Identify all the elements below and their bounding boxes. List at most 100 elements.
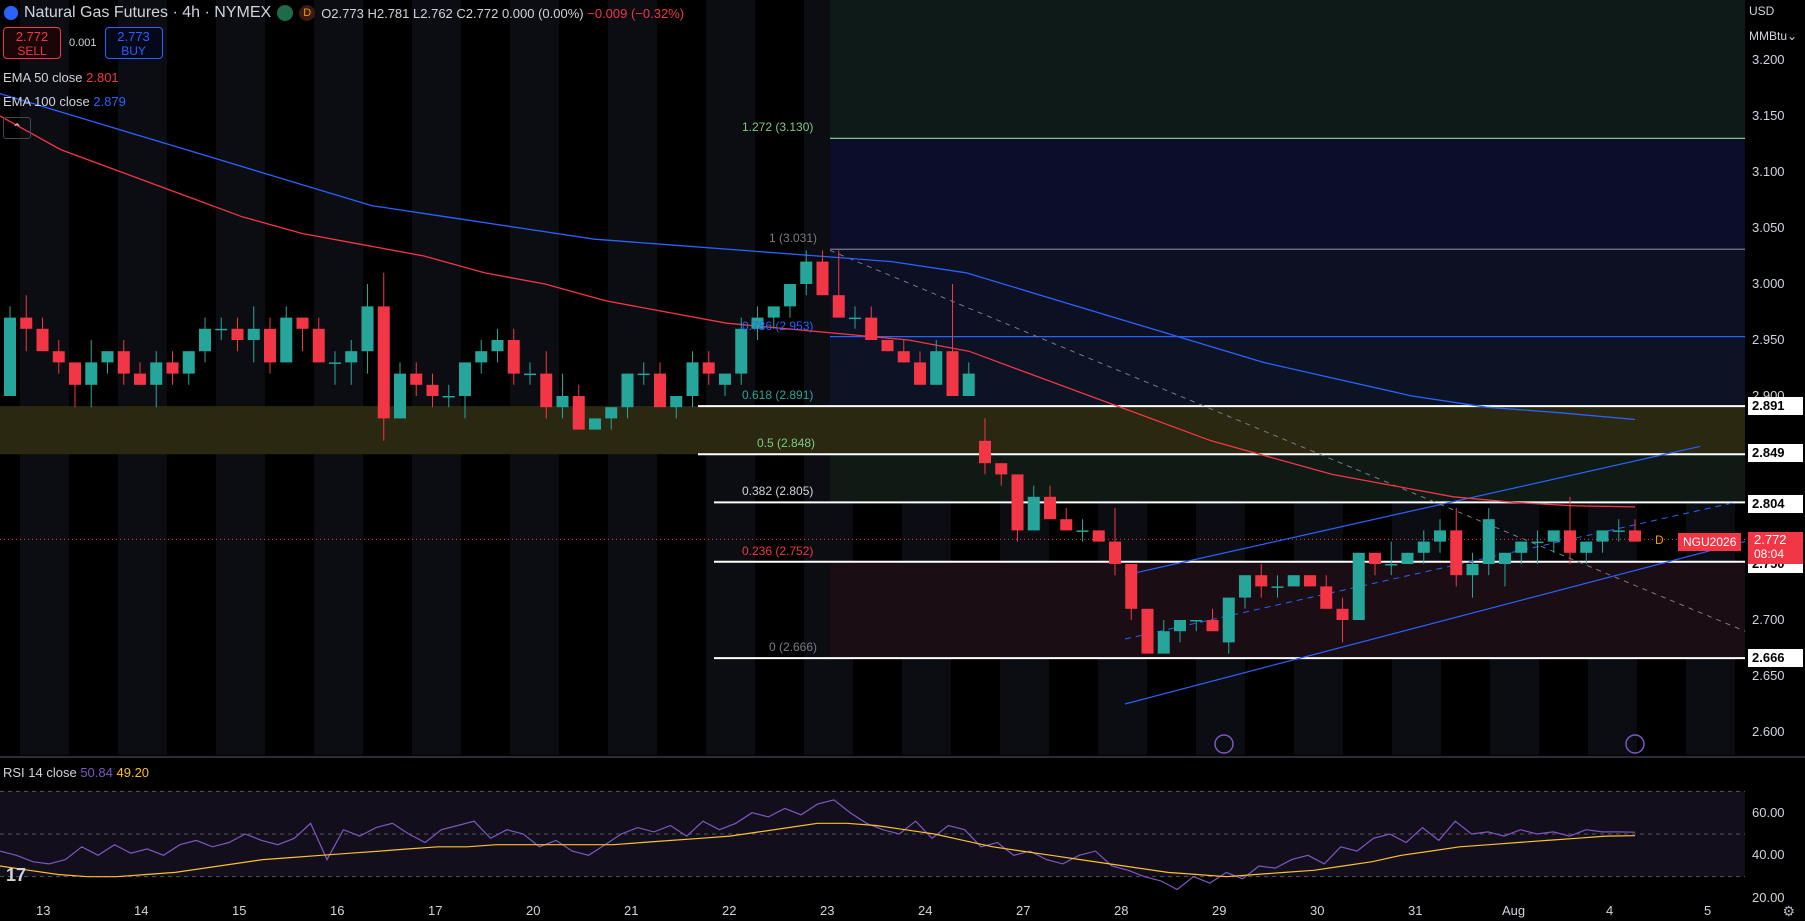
candle-body bbox=[1011, 474, 1024, 531]
candle-body bbox=[1499, 552, 1511, 564]
market-status-icon[interactable] bbox=[277, 5, 294, 21]
buy-label: BUY bbox=[121, 44, 146, 58]
candle-body bbox=[654, 373, 666, 408]
session-band bbox=[216, 0, 265, 755]
price-tick: 2.600 bbox=[1752, 724, 1785, 739]
fib-label: 1 (3.031) bbox=[769, 231, 818, 246]
candle-body bbox=[296, 317, 309, 329]
candle-body bbox=[52, 351, 65, 363]
candle-body bbox=[1027, 496, 1040, 531]
candle-body bbox=[264, 328, 276, 363]
candle-body bbox=[459, 362, 471, 396]
rsi-legend[interactable]: RSI 14 close 50.84 49.20 bbox=[3, 765, 149, 780]
ohlc-open: O2.773 bbox=[321, 5, 364, 21]
data-delay-badge[interactable]: D bbox=[299, 5, 316, 21]
candle-body bbox=[1482, 519, 1495, 564]
ema100-value: 2.879 bbox=[93, 94, 126, 109]
ohlc-change: 0.000 (0.00%) bbox=[501, 5, 584, 21]
candle-body bbox=[897, 351, 910, 363]
candle-body bbox=[1141, 608, 1154, 654]
candle-body bbox=[101, 351, 114, 363]
fib-price-tag: 2.666 bbox=[1748, 649, 1803, 668]
candle-body bbox=[1239, 575, 1251, 598]
candle-body bbox=[784, 284, 796, 307]
candle-body bbox=[199, 328, 211, 352]
unit-label: MMBtu bbox=[1749, 29, 1788, 43]
time-tick: 16 bbox=[330, 903, 345, 918]
current-price-tag: 2.772 08:04 bbox=[1748, 532, 1803, 564]
candle-body bbox=[231, 328, 244, 340]
rsi-value: 50.84 bbox=[80, 765, 113, 780]
price-tick: 2.700 bbox=[1752, 612, 1785, 627]
current-price: 2.772 bbox=[1754, 532, 1787, 547]
ema50-legend[interactable]: EMA 50 close 2.801 bbox=[3, 70, 119, 85]
unit-selector[interactable]: MMBtu⌄ bbox=[1749, 29, 1805, 43]
rsi-tick: 20.00 bbox=[1752, 890, 1785, 905]
candle-body bbox=[1190, 620, 1203, 622]
price-tick: 3.200 bbox=[1752, 52, 1785, 67]
candle-body bbox=[1515, 541, 1528, 553]
fib-price-tag: 2.804 bbox=[1748, 494, 1803, 513]
candle-body bbox=[280, 317, 293, 363]
rsi-label: RSI 14 close bbox=[3, 765, 77, 780]
time-tick: 13 bbox=[36, 903, 51, 918]
candle-body bbox=[426, 384, 439, 396]
candle-body bbox=[670, 396, 683, 408]
currency-selector[interactable]: USD bbox=[1749, 4, 1805, 18]
candle-body bbox=[800, 261, 813, 284]
candle-body bbox=[962, 373, 975, 396]
candle-body bbox=[475, 351, 488, 363]
candle-body bbox=[524, 373, 536, 376]
candle-body bbox=[572, 396, 585, 430]
candle-body bbox=[1125, 564, 1138, 609]
fib-label: 0.236 (2.752) bbox=[742, 543, 814, 558]
ema100-legend[interactable]: EMA 100 close 2.879 bbox=[3, 94, 126, 109]
settings-icon[interactable]: ⚙ bbox=[1782, 903, 1795, 920]
sell-button[interactable]: 2.772 SELL bbox=[3, 27, 61, 59]
candle-body bbox=[1044, 496, 1056, 520]
candle-body bbox=[556, 396, 569, 408]
tradingview-logo-icon[interactable]: 17 bbox=[6, 865, 26, 886]
fib-zone-1 bbox=[830, 249, 1745, 337]
chart-canvas[interactable] bbox=[0, 0, 1805, 921]
candle-body bbox=[881, 340, 894, 352]
candle-body bbox=[20, 317, 33, 329]
candle-body bbox=[1596, 530, 1609, 542]
buy-price: 2.773 bbox=[117, 29, 150, 44]
session-band bbox=[314, 0, 363, 755]
ohlc-change-day: −0.009 (−0.32%) bbox=[587, 5, 685, 21]
rsi-ma-value: 49.20 bbox=[116, 765, 150, 780]
candle-body bbox=[410, 373, 423, 385]
candle-body bbox=[1304, 575, 1316, 587]
candle-body bbox=[1450, 530, 1463, 576]
candle-body bbox=[36, 328, 49, 352]
symbol-title[interactable]: Natural Gas Futures · 4h · NYMEX bbox=[24, 4, 271, 22]
candle-body bbox=[166, 362, 179, 374]
fib-label: 0.5 (2.848) bbox=[757, 436, 816, 451]
buy-button[interactable]: 2.773 BUY bbox=[104, 27, 163, 59]
session-band bbox=[20, 0, 69, 755]
fib-zone-top bbox=[830, 0, 1745, 139]
candle-body bbox=[735, 328, 748, 374]
price-tick: 3.000 bbox=[1752, 276, 1785, 291]
candle-body bbox=[85, 362, 98, 385]
spread-value: 0.001 bbox=[69, 37, 97, 49]
time-tick: 30 bbox=[1310, 903, 1325, 918]
candle-body bbox=[1109, 541, 1121, 564]
ohlc-values: O2.773 H2.781 L2.762 C2.772 0.000 (0.00%… bbox=[321, 6, 684, 21]
candle-body bbox=[1255, 575, 1268, 587]
candle-body bbox=[1287, 575, 1300, 587]
chevron-up-icon[interactable]: ⌃ bbox=[3, 117, 31, 139]
fib-zone-236 bbox=[830, 561, 1745, 659]
candle-body bbox=[1434, 530, 1446, 542]
candle-body bbox=[605, 407, 618, 419]
ohlc-low: L2.762 bbox=[413, 5, 453, 21]
time-tick: 27 bbox=[1016, 903, 1031, 918]
price-tick: 2.950 bbox=[1752, 332, 1785, 347]
symbol-legend: Natural Gas Futures · 4h · NYMEX D O2.77… bbox=[4, 4, 684, 22]
ohlc-close: C2.772 bbox=[456, 5, 499, 21]
candle-body bbox=[1385, 564, 1398, 566]
fib-zone-1272 bbox=[830, 138, 1745, 250]
candle-body bbox=[1352, 552, 1365, 620]
fib-label: 0.382 (2.805) bbox=[742, 484, 814, 499]
